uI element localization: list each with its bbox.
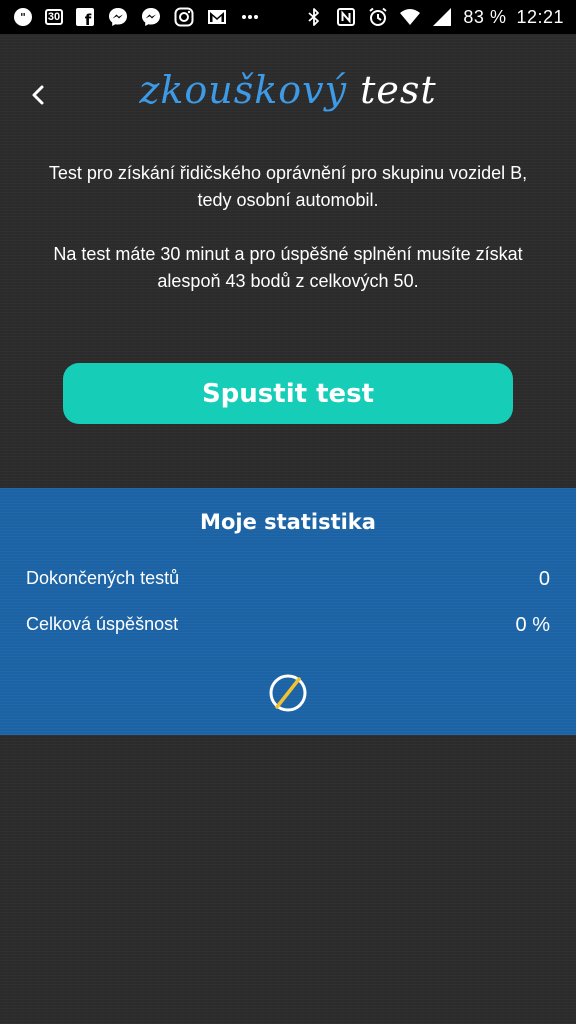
stat-value: 0: [538, 568, 550, 590]
header: zkouškový test: [0, 34, 576, 154]
test-description: Test pro získání řidičského oprávnění pr…: [40, 160, 536, 295]
title-word-2: test: [360, 68, 437, 112]
messenger-icon: [140, 6, 162, 28]
alarm-icon: [367, 6, 389, 28]
stat-value: 0 %: [515, 614, 550, 636]
gmail-icon: [206, 6, 228, 28]
description-paragraph-2: Na test máte 30 minut a pro úspěšné spln…: [53, 244, 523, 291]
stat-label: Dokončených testů: [26, 568, 180, 588]
messenger-icon: [107, 6, 129, 28]
status-bar: " 30 f 83 % 12:21: [0, 0, 576, 34]
chat-bubble-icon: ": [12, 6, 34, 28]
battery-percent: 83 %: [463, 6, 507, 27]
instagram-icon: [173, 6, 195, 28]
nfc-icon: [335, 6, 357, 28]
stat-label: Celková úspěšnost: [26, 614, 179, 634]
clock: 12:21: [516, 6, 564, 27]
system-icons: 83 % 12:21: [303, 6, 564, 28]
facebook-icon: f: [74, 6, 96, 28]
notification-icons: " 30 f: [12, 6, 261, 28]
statistics-title: Moje statistika: [200, 510, 376, 534]
wifi-icon: [399, 6, 421, 28]
svg-text:": ": [20, 11, 26, 24]
stat-row-completed: Dokončených testů 0: [26, 568, 550, 591]
page-title: zkouškový test: [0, 68, 576, 112]
no-data-icon: [269, 674, 307, 712]
start-test-button[interactable]: Spustit test: [63, 363, 513, 424]
signal-icon: [431, 6, 453, 28]
svg-text:f: f: [85, 11, 92, 28]
stat-row-success-rate: Celková úspěšnost 0 %: [26, 614, 550, 637]
statistics-panel: Moje statistika Dokončených testů 0 Celk…: [0, 488, 576, 735]
more-dots-icon: [239, 6, 261, 28]
title-word-1: zkouškový: [139, 68, 348, 112]
bluetooth-icon: [303, 6, 325, 28]
description-paragraph-1: Test pro získání řidičského oprávnění pr…: [48, 163, 528, 210]
calendar-icon: 30: [45, 9, 63, 25]
